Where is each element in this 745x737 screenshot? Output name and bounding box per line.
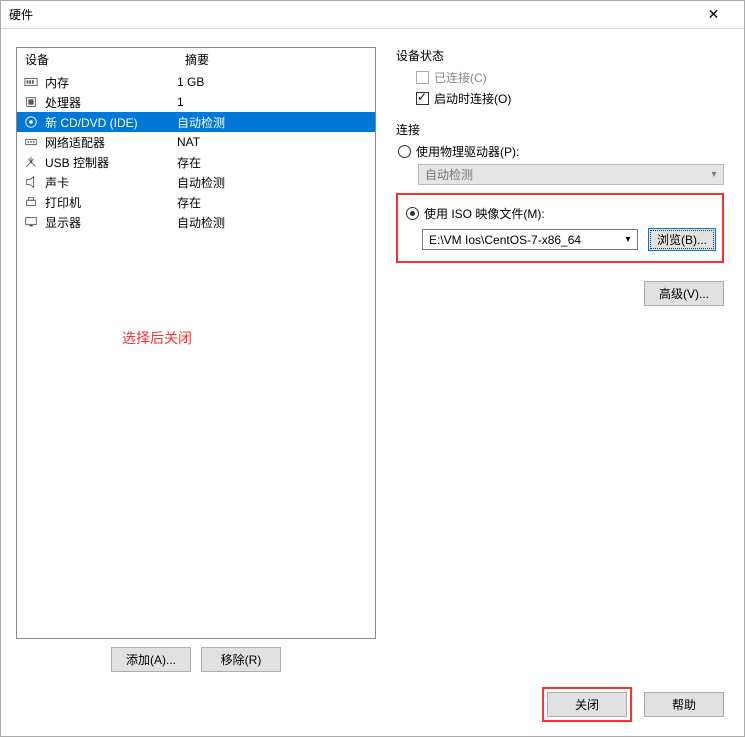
- checkbox-icon: [416, 92, 429, 105]
- device-icon: [23, 154, 39, 170]
- help-button[interactable]: 帮助: [644, 692, 724, 717]
- checkbox-icon: [416, 71, 429, 84]
- close-icon[interactable]: ✕: [691, 1, 736, 28]
- device-table: 设备 摘要 内存1 GB处理器1新 CD/DVD (IDE)自动检测网络适配器N…: [16, 47, 376, 639]
- device-icon: [23, 174, 39, 190]
- table-row[interactable]: USB 控制器存在: [17, 152, 375, 172]
- device-summary: 自动检测: [177, 174, 375, 191]
- device-icon: [23, 214, 39, 230]
- right-panel: 设备状态 已连接(C) 启动时连接(O) 连接 使用物理驱动器(P):: [391, 47, 729, 672]
- use-iso-label: 使用 ISO 映像文件(M):: [424, 205, 545, 222]
- use-physical-radio-row[interactable]: 使用物理驱动器(P):: [398, 143, 724, 160]
- device-summary: 存在: [177, 154, 375, 171]
- device-name: 声卡: [45, 174, 177, 191]
- add-button[interactable]: 添加(A)...: [111, 647, 191, 672]
- connected-label: 已连接(C): [434, 69, 487, 86]
- chevron-down-icon: ▾: [619, 234, 637, 245]
- connect-on-start-label: 启动时连接(O): [434, 90, 511, 107]
- physical-drive-dropdown: 自动检测 ▾: [418, 164, 724, 185]
- connection-label: 连接: [396, 121, 724, 138]
- device-name: 新 CD/DVD (IDE): [45, 114, 177, 131]
- advanced-button[interactable]: 高级(V)...: [644, 281, 724, 306]
- device-name: 处理器: [45, 94, 177, 111]
- connection-group: 连接 使用物理驱动器(P): 自动检测 ▾ 使用 ISO 映像文件(M):: [396, 121, 724, 306]
- chevron-down-icon: ▾: [705, 169, 723, 180]
- radio-icon: [398, 145, 411, 158]
- device-status-label: 设备状态: [396, 47, 724, 64]
- left-panel: 设备 摘要 内存1 GB处理器1新 CD/DVD (IDE)自动检测网络适配器N…: [16, 47, 376, 672]
- device-icon: [23, 94, 39, 110]
- table-row[interactable]: 新 CD/DVD (IDE)自动检测: [17, 112, 375, 132]
- annotation-text: 选择后关闭: [122, 328, 192, 348]
- table-row[interactable]: 声卡自动检测: [17, 172, 375, 192]
- connect-on-start-checkbox-row[interactable]: 启动时连接(O): [416, 90, 724, 107]
- iso-path-value: E:\VM Ios\CentOS-7-x86_64: [423, 233, 619, 247]
- table-header: 设备 摘要: [17, 48, 375, 72]
- col-summary: 摘要: [177, 48, 375, 71]
- left-buttons: 添加(A)... 移除(R): [16, 647, 376, 672]
- table-row[interactable]: 打印机存在: [17, 192, 375, 212]
- table-row[interactable]: 内存1 GB: [17, 72, 375, 92]
- table-row[interactable]: 网络适配器NAT: [17, 132, 375, 152]
- radio-icon: [406, 207, 419, 220]
- device-icon: [23, 74, 39, 90]
- device-summary: NAT: [177, 135, 375, 149]
- dialog-body: 设备 摘要 内存1 GB处理器1新 CD/DVD (IDE)自动检测网络适配器N…: [1, 29, 744, 677]
- device-summary: 1 GB: [177, 75, 375, 89]
- device-icon: [23, 114, 39, 130]
- device-summary: 自动检测: [177, 114, 375, 131]
- hardware-dialog: 硬件 ✕ 设备 摘要 内存1 GB处理器1新 CD/DVD (IDE)自动检测网…: [0, 0, 745, 737]
- connected-checkbox-row[interactable]: 已连接(C): [416, 69, 724, 86]
- device-summary: 存在: [177, 194, 375, 211]
- use-iso-radio-row[interactable]: 使用 ISO 映像文件(M):: [406, 205, 716, 222]
- col-device: 设备: [17, 48, 177, 71]
- close-button[interactable]: 关闭: [547, 692, 627, 717]
- device-status-group: 设备状态 已连接(C) 启动时连接(O): [396, 47, 724, 107]
- device-name: 显示器: [45, 214, 177, 231]
- physical-drive-value: 自动检测: [419, 166, 705, 183]
- use-physical-label: 使用物理驱动器(P):: [416, 143, 519, 160]
- iso-path-dropdown[interactable]: E:\VM Ios\CentOS-7-x86_64 ▾: [422, 229, 638, 250]
- device-name: USB 控制器: [45, 154, 177, 171]
- table-row[interactable]: 处理器1: [17, 92, 375, 112]
- dialog-footer: 关闭 帮助: [1, 677, 744, 736]
- device-name: 打印机: [45, 194, 177, 211]
- iso-highlight-box: 使用 ISO 映像文件(M): E:\VM Ios\CentOS-7-x86_6…: [396, 193, 724, 263]
- table-row[interactable]: 显示器自动检测: [17, 212, 375, 232]
- device-summary: 自动检测: [177, 214, 375, 231]
- device-name: 网络适配器: [45, 134, 177, 151]
- device-name: 内存: [45, 74, 177, 91]
- browse-button[interactable]: 浏览(B)...: [648, 228, 716, 251]
- device-icon: [23, 134, 39, 150]
- close-highlight-box: 关闭: [542, 687, 632, 722]
- device-icon: [23, 194, 39, 210]
- dialog-title: 硬件: [9, 6, 691, 23]
- titlebar: 硬件 ✕: [1, 1, 744, 29]
- device-summary: 1: [177, 95, 375, 109]
- remove-button[interactable]: 移除(R): [201, 647, 281, 672]
